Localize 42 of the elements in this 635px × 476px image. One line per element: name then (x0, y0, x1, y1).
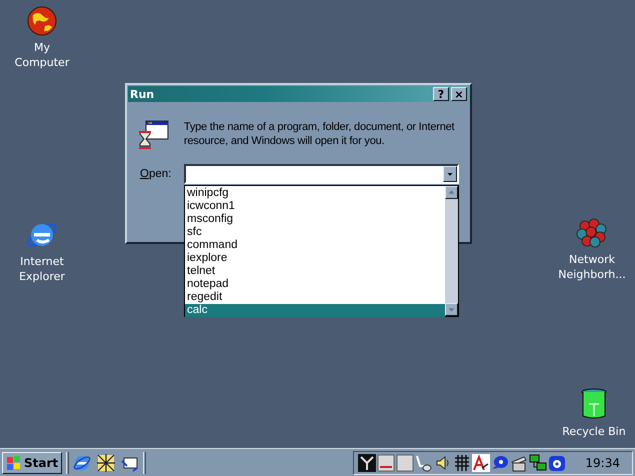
globe-icon (28, 6, 56, 36)
start-button[interactable]: Start (2, 452, 62, 474)
windows-logo-icon (6, 454, 22, 470)
window-title: Run (130, 88, 156, 100)
open-label: Open: (140, 168, 170, 180)
speech-bubble-icon[interactable] (491, 454, 510, 472)
e-logo-icon[interactable] (73, 454, 92, 472)
molecule-icon[interactable] (576, 218, 608, 248)
dropdown-item[interactable]: sfc (185, 226, 445, 239)
icon-label[interactable]: Network Neighborh... (556, 252, 628, 282)
globe-icon[interactable] (27, 6, 57, 36)
clock: 19:34 (584, 456, 621, 470)
window-icon[interactable] (377, 454, 396, 472)
dropdown-item[interactable]: command (185, 239, 445, 252)
icon-label[interactable]: Internet Explorer (6, 254, 78, 284)
run-program-icon (138, 120, 170, 152)
scroll-bar[interactable] (445, 186, 458, 316)
close-button[interactable]: × (451, 87, 467, 101)
font-icon[interactable] (472, 454, 490, 472)
dropdown-item[interactable]: winipcfg (185, 187, 445, 200)
blank-window-icon[interactable] (396, 454, 414, 472)
dropdown-item[interactable]: regedit (185, 291, 445, 304)
dropdown-item[interactable]: calc (185, 304, 445, 317)
clapboard-icon[interactable] (510, 454, 528, 472)
grid-icon[interactable] (453, 454, 472, 472)
icon-label[interactable]: My Computer (6, 40, 78, 70)
antenna-icon[interactable] (358, 454, 376, 472)
dropdown-item[interactable]: notepad (185, 278, 445, 291)
help-button[interactable]: ? (433, 87, 449, 101)
icon-label[interactable]: Recycle Bin (562, 424, 626, 439)
sparkle-grid-icon[interactable] (97, 454, 116, 472)
dropdown-item[interactable]: icwconn1 (185, 200, 445, 213)
mouse-icon[interactable] (415, 454, 434, 472)
scroll-up-icon[interactable] (445, 186, 458, 199)
telephone-icon[interactable] (548, 454, 566, 472)
scroll-down-icon[interactable] (445, 303, 458, 316)
dropdown-item[interactable]: iexplore (185, 252, 445, 265)
dropdown-item[interactable]: msconfig (185, 213, 445, 226)
dropdown-item[interactable]: telnet (185, 265, 445, 278)
beaker-icon[interactable] (580, 388, 608, 420)
instruction-text: Type the name of a program, folder, document, or Internet resource, and Windows will open it for you. (184, 120, 456, 149)
network-computers-icon[interactable] (529, 454, 548, 472)
